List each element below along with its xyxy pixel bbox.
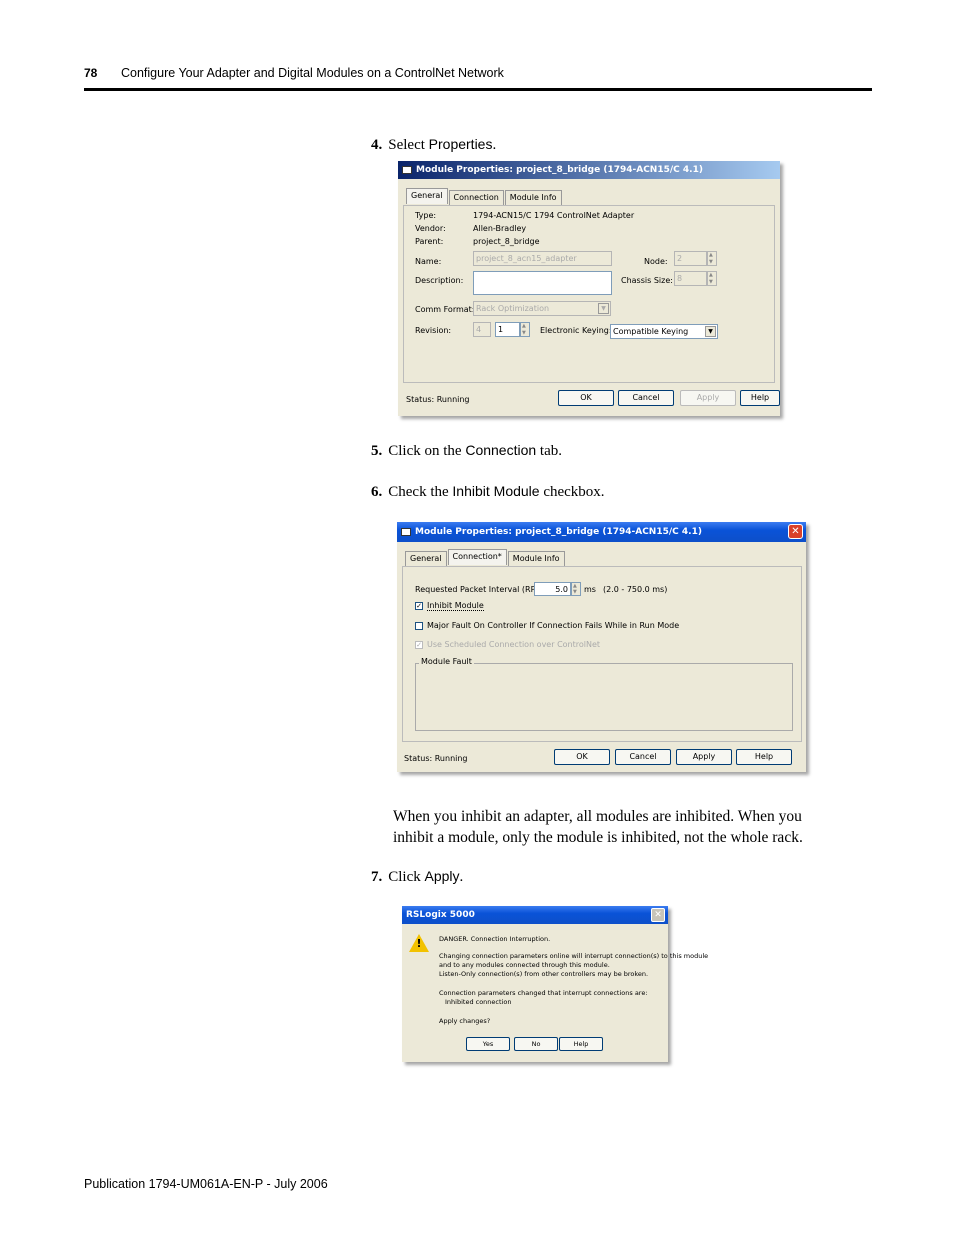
no-button[interactable]: No <box>514 1037 558 1051</box>
tab-general[interactable]: General <box>406 188 448 204</box>
title-bar: Module Properties: project_8_bridge (179… <box>398 161 780 179</box>
parent-value: project_8_bridge <box>473 237 540 246</box>
scheduled-connection-label: Use Scheduled Connection over ControlNet <box>427 640 601 649</box>
status-text: Status: Running <box>406 395 470 404</box>
revision-major-field[interactable]: 4 <box>473 322 491 337</box>
name-field[interactable]: project_8_acn15_adapter <box>473 251 612 266</box>
dialog-title: Module Properties: project_8_bridge (179… <box>416 165 703 175</box>
chassis-size-field[interactable]: 8 <box>674 271 707 286</box>
general-panel: Type: 1794-ACN15/C 1794 ControlNet Adapt… <box>403 205 775 383</box>
step-6: 6. Check the Inhibit Module checkbox. <box>371 483 605 500</box>
close-icon[interactable]: ✕ <box>788 524 803 539</box>
ui-term: Properties <box>428 136 493 152</box>
step-5: 5. Click on the Connection tab. <box>371 442 562 459</box>
name-label: Name: <box>415 257 442 266</box>
cancel-button[interactable]: Cancel <box>618 390 674 406</box>
dialog-title: RSLogix 5000 <box>406 910 475 920</box>
revision-spinner[interactable] <box>520 322 530 337</box>
chassis-size-spinner[interactable] <box>707 271 717 286</box>
step-4: 4. Select Properties. <box>371 136 497 153</box>
chassis-size-label: Chassis Size: <box>621 276 673 285</box>
tab-strip: General Connection* Module Info <box>405 549 566 567</box>
rpi-label: Requested Packet Interval (RPI): <box>415 585 544 594</box>
header-rule <box>84 88 872 91</box>
major-fault-checkbox[interactable] <box>415 622 423 630</box>
step-number: 6. <box>371 484 383 500</box>
rpi-range: (2.0 - 750.0 ms) <box>603 585 668 594</box>
message-line: and to any modules connected through thi… <box>439 961 610 969</box>
rpi-field[interactable]: 5.0 <box>534 582 571 596</box>
module-properties-dialog-general: Module Properties: project_8_bridge (179… <box>398 161 780 416</box>
type-value: 1794-ACN15/C 1794 ControlNet Adapter <box>473 211 635 220</box>
inhibit-module-label: Inhibit Module <box>427 601 484 611</box>
message-line: Connection parameters changed that inter… <box>439 989 648 997</box>
tab-strip: General Connection Module Info <box>406 188 563 206</box>
title-bar: RSLogix 5000 ✕ <box>402 906 668 924</box>
step-7: 7. Click Apply. <box>371 868 464 885</box>
dialog-title: Module Properties: project_8_bridge (179… <box>415 527 702 537</box>
message-line: Inhibited connection <box>445 998 512 1006</box>
help-button[interactable]: Help <box>740 390 780 406</box>
tab-connection[interactable]: Connection* <box>447 549 507 565</box>
body-paragraph: When you inhibit an adapter, all modules… <box>393 808 803 846</box>
ok-button[interactable]: OK <box>554 749 610 765</box>
rpi-spinner[interactable] <box>571 582 581 596</box>
ui-term: Inhibit Module <box>452 483 540 499</box>
page-number: 78 <box>84 66 98 80</box>
tab-connection[interactable]: Connection <box>448 190 504 206</box>
electronic-keying-label: Electronic Keying: <box>540 326 612 335</box>
major-fault-label: Major Fault On Controller If Connection … <box>427 621 680 630</box>
connection-panel: Requested Packet Interval (RPI): 5.0 ms … <box>402 566 802 742</box>
help-button[interactable]: Help <box>559 1037 603 1051</box>
chevron-down-icon: ▼ <box>705 326 716 337</box>
ok-button[interactable]: OK <box>558 390 614 406</box>
inhibit-module-checkbox[interactable]: ✓ <box>415 602 423 610</box>
message-line: Changing connection parameters online wi… <box>439 952 709 960</box>
vendor-label: Vendor: <box>415 224 446 233</box>
tab-module-info[interactable]: Module Info <box>507 551 565 567</box>
comm-format-select[interactable]: Rack Optimization ▼ <box>473 301 611 316</box>
chevron-down-icon: ▼ <box>598 303 609 314</box>
electronic-keying-select[interactable]: Compatible Keying ▼ <box>610 324 718 339</box>
message-line: Listen-Only connection(s) from other con… <box>439 970 649 978</box>
cancel-button[interactable]: Cancel <box>615 749 671 765</box>
rpi-unit: ms <box>584 585 596 594</box>
step-number: 7. <box>371 869 383 885</box>
description-field[interactable] <box>473 271 612 295</box>
vendor-value: Allen-Bradley <box>473 224 527 233</box>
window-icon <box>401 528 411 536</box>
type-label: Type: <box>415 211 437 220</box>
close-icon[interactable]: ✕ <box>651 908 665 922</box>
revision-minor-field[interactable]: 1 <box>495 322 520 337</box>
node-label: Node: <box>644 257 668 266</box>
parent-label: Parent: <box>415 237 444 246</box>
title-bar: Module Properties: project_8_bridge (179… <box>397 522 806 542</box>
module-fault-group <box>415 663 793 731</box>
tab-general[interactable]: General <box>405 551 447 567</box>
danger-text: DANGER. Connection Interruption. <box>439 935 551 943</box>
apply-button[interactable]: Apply <box>676 749 732 765</box>
revision-label: Revision: <box>415 326 452 335</box>
description-label: Description: <box>415 276 464 285</box>
status-text: Status: Running <box>404 754 468 763</box>
footer-publication: Publication 1794-UM061A-EN-P - July 2006 <box>84 1177 328 1191</box>
comm-format-label: Comm Format: <box>415 305 475 314</box>
module-properties-dialog-connection: Module Properties: project_8_bridge (179… <box>397 522 806 772</box>
running-header: Configure Your Adapter and Digital Modul… <box>121 66 504 80</box>
step-number: 5. <box>371 443 383 459</box>
window-icon <box>402 166 412 174</box>
module-fault-label: Module Fault <box>419 657 474 666</box>
ui-term: Connection <box>465 442 537 458</box>
tab-module-info[interactable]: Module Info <box>504 190 562 206</box>
apply-button[interactable]: Apply <box>680 390 736 406</box>
rslogix-warning-dialog: RSLogix 5000 ✕ ! DANGER. Connection Inte… <box>402 906 708 1062</box>
node-spinner[interactable] <box>707 251 717 266</box>
ui-term: Apply <box>424 868 460 884</box>
step-number: 4. <box>371 137 383 153</box>
node-field[interactable]: 2 <box>674 251 707 266</box>
apply-changes-question: Apply changes? <box>439 1017 491 1025</box>
scheduled-connection-checkbox[interactable]: ✓ <box>415 641 423 649</box>
help-button[interactable]: Help <box>736 749 792 765</box>
yes-button[interactable]: Yes <box>466 1037 510 1051</box>
